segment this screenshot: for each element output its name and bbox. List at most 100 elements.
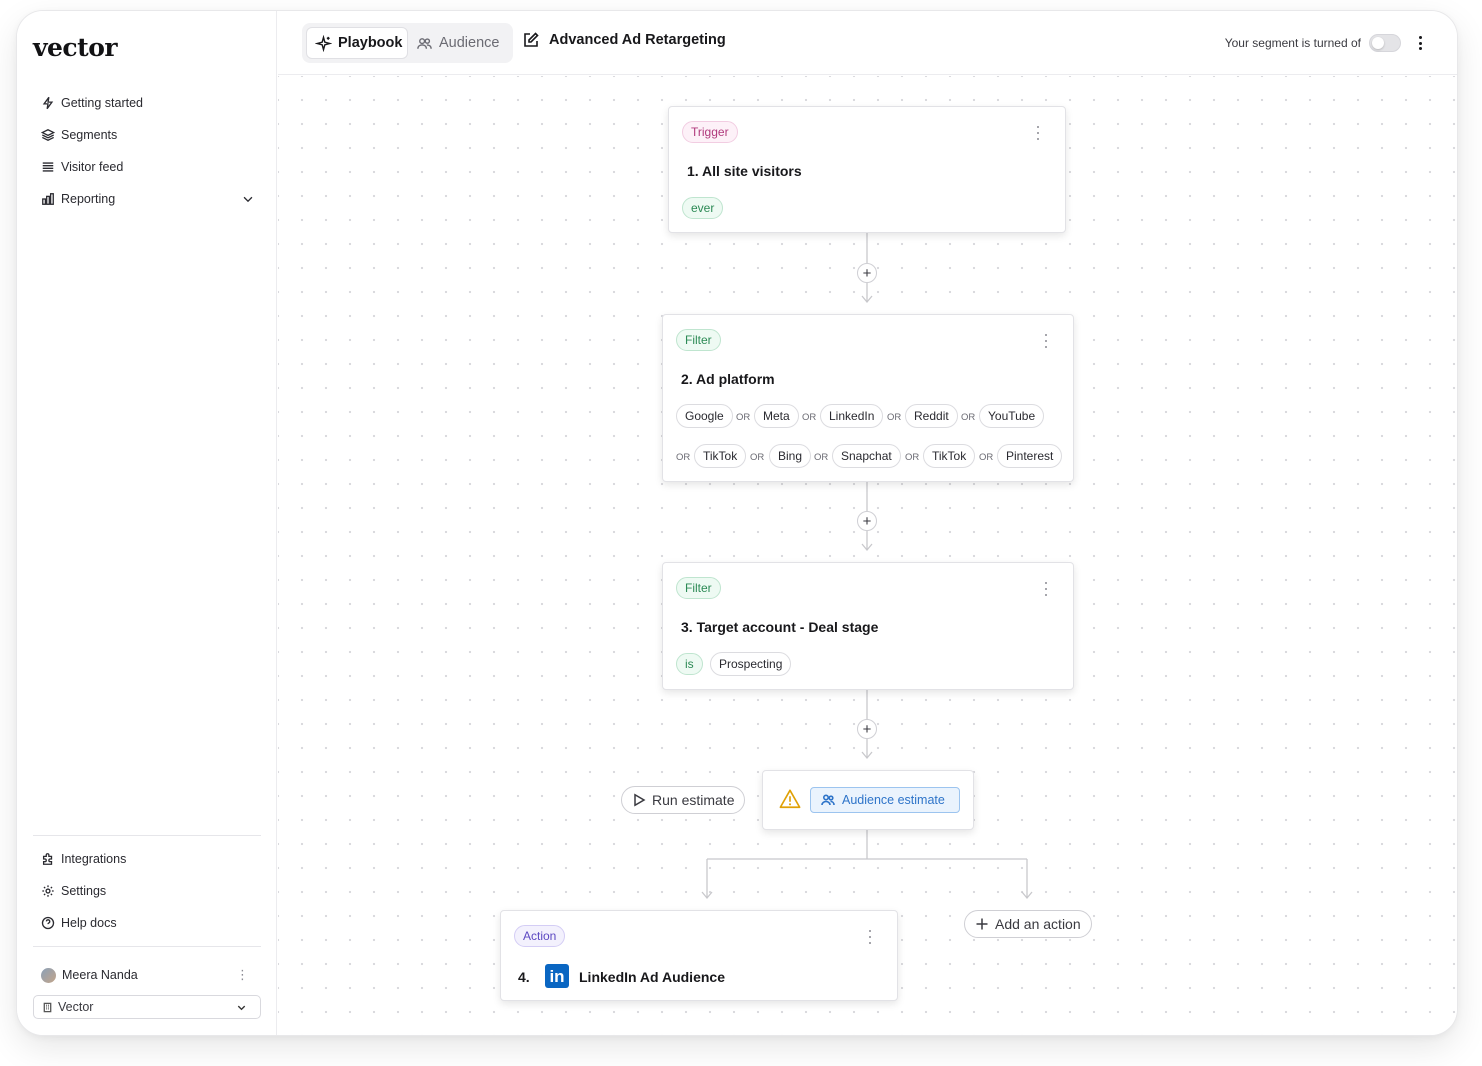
card-more-icon[interactable] bbox=[1041, 334, 1051, 348]
tab-audience[interactable]: Audience bbox=[416, 27, 499, 59]
sidebar-item-integrations[interactable]: Integrations bbox=[33, 843, 261, 875]
filter-badge: Filter bbox=[676, 329, 721, 351]
bar-chart-icon bbox=[42, 193, 54, 205]
tab-playbook[interactable]: Playbook bbox=[306, 27, 408, 59]
sidebar-item-help-docs[interactable]: Help docs bbox=[33, 907, 261, 939]
trigger-title: 1. All site visitors bbox=[687, 163, 802, 179]
user-more-icon[interactable]: ⋮ bbox=[236, 967, 249, 983]
or-label: OR bbox=[676, 452, 691, 463]
segment-status-text: Your segment is turned of bbox=[1224, 36, 1361, 50]
sidebar-item-label: Getting started bbox=[61, 96, 143, 110]
operator-chip[interactable]: is bbox=[676, 653, 703, 675]
platform-chip[interactable]: Reddit bbox=[905, 404, 958, 428]
sidebar-nav-bottom: Integrations Settings Help docs bbox=[33, 843, 261, 939]
platform-chip[interactable]: Snapchat bbox=[832, 444, 901, 468]
help-circle-icon bbox=[41, 916, 55, 930]
trigger-time-chip[interactable]: ever bbox=[682, 197, 724, 219]
run-estimate-label: Run estimate bbox=[652, 792, 735, 808]
or-label: OR bbox=[887, 412, 902, 423]
value-chip[interactable]: Prospecting bbox=[710, 652, 792, 676]
linkedin-logo-icon: in bbox=[545, 964, 569, 988]
sidebar-item-visitor-feed[interactable]: Visitor feed bbox=[33, 151, 261, 183]
sidebar-item-getting-started[interactable]: Getting started bbox=[33, 87, 261, 119]
or-label: OR bbox=[802, 412, 817, 423]
playbook-title-text: Advanced Ad Retargeting bbox=[549, 32, 726, 48]
or-label: OR bbox=[961, 412, 976, 423]
sidebar-item-label: Visitor feed bbox=[61, 160, 124, 174]
platform-chip[interactable]: Google bbox=[676, 404, 733, 428]
filter-badge: Filter bbox=[676, 577, 721, 599]
play-icon bbox=[634, 793, 646, 807]
filter-card-deal-stage[interactable]: Filter 3. Target account - Deal stage is… bbox=[662, 562, 1074, 690]
estimate-card: Audience estimate bbox=[762, 770, 974, 830]
layers-icon bbox=[41, 129, 55, 141]
top-bar: Playbook Audience Advanced Ad Retargetin… bbox=[278, 11, 1457, 75]
sidebar-item-reporting[interactable]: Reporting bbox=[33, 183, 261, 215]
filter-title: 3. Target account - Deal stage bbox=[681, 619, 879, 635]
user-menu[interactable]: Meera Nanda ⋮ bbox=[33, 963, 261, 987]
sidebar-item-label: Settings bbox=[61, 884, 107, 898]
sidebar-item-label: Integrations bbox=[61, 852, 127, 866]
app-window: vector Getting started Segments Visitor … bbox=[17, 11, 1457, 1035]
run-estimate-button[interactable]: Run estimate bbox=[621, 786, 746, 814]
audience-estimate-button[interactable]: Audience estimate bbox=[810, 787, 960, 813]
workspace-select[interactable]: Vector bbox=[33, 995, 261, 1019]
sidebar-nav-top: Getting started Segments Visitor feed Re… bbox=[33, 87, 261, 215]
or-label: OR bbox=[750, 452, 765, 463]
platform-chip[interactable]: Pinterest bbox=[997, 444, 1063, 468]
building-icon bbox=[43, 1002, 52, 1012]
users-icon bbox=[417, 37, 432, 49]
action-title: LinkedIn Ad Audience bbox=[579, 969, 725, 985]
puzzle-icon bbox=[42, 853, 53, 865]
platform-chip[interactable]: Bing bbox=[769, 444, 812, 468]
edit-icon bbox=[524, 32, 539, 47]
user-name: Meera Nanda bbox=[62, 968, 138, 982]
tab-playbook-label: Playbook bbox=[338, 35, 403, 51]
add-step-button[interactable]: + bbox=[857, 719, 877, 739]
workspace-name: Vector bbox=[58, 1000, 94, 1014]
list-icon bbox=[42, 162, 54, 172]
sparkle-icon bbox=[315, 34, 332, 52]
chevron-down-icon[interactable] bbox=[241, 192, 255, 206]
platform-chip[interactable]: LinkedIn bbox=[820, 404, 884, 428]
chevron-down-icon bbox=[237, 1005, 246, 1011]
app-logo[interactable]: vector bbox=[33, 33, 118, 62]
platform-chip[interactable]: Meta bbox=[754, 404, 799, 428]
tab-audience-label: Audience bbox=[439, 35, 500, 51]
platform-chip[interactable]: TikTok bbox=[923, 444, 976, 468]
trigger-badge: Trigger bbox=[682, 121, 738, 143]
platform-chip[interactable]: YouTube bbox=[979, 404, 1045, 428]
platform-chip[interactable]: TikTok bbox=[694, 444, 747, 468]
sidebar-item-label: Reporting bbox=[61, 192, 116, 206]
users-icon bbox=[821, 794, 835, 806]
flow-canvas: Trigger 1. All site visitors ever + Filt… bbox=[278, 76, 1457, 1035]
segment-toggle[interactable] bbox=[1369, 34, 1401, 52]
or-label: OR bbox=[905, 452, 920, 463]
or-label: OR bbox=[814, 452, 829, 463]
card-more-icon[interactable] bbox=[865, 930, 875, 944]
action-card[interactable]: Action 4. in LinkedIn Ad Audience bbox=[500, 910, 898, 1001]
playbook-title[interactable]: Advanced Ad Retargeting bbox=[522, 31, 726, 49]
card-more-icon[interactable] bbox=[1041, 582, 1051, 596]
avatar bbox=[41, 967, 56, 983]
sidebar-item-settings[interactable]: Settings bbox=[33, 875, 261, 907]
lightning-icon bbox=[42, 96, 54, 110]
add-step-button[interactable]: + bbox=[857, 511, 877, 531]
action-number: 4. bbox=[518, 969, 530, 985]
add-action-button[interactable]: Add an action bbox=[964, 910, 1092, 938]
plus-icon bbox=[976, 918, 988, 930]
sidebar: vector Getting started Segments Visitor … bbox=[17, 11, 277, 1035]
action-badge: Action bbox=[514, 925, 566, 947]
add-step-button[interactable]: + bbox=[857, 263, 877, 283]
more-options-icon[interactable] bbox=[1411, 33, 1429, 53]
audience-estimate-label: Audience estimate bbox=[842, 793, 945, 807]
view-switcher: Playbook Audience bbox=[302, 23, 513, 63]
sidebar-item-label: Segments bbox=[61, 128, 118, 142]
sidebar-divider bbox=[33, 835, 261, 836]
trigger-card[interactable]: Trigger 1. All site visitors ever bbox=[668, 106, 1066, 233]
or-label: OR bbox=[979, 452, 994, 463]
sidebar-item-segments[interactable]: Segments bbox=[33, 119, 261, 151]
or-label: OR bbox=[736, 412, 751, 423]
card-more-icon[interactable] bbox=[1033, 126, 1043, 140]
filter-card-ad-platform[interactable]: Filter 2. Ad platform Google OR Meta OR … bbox=[662, 314, 1074, 482]
